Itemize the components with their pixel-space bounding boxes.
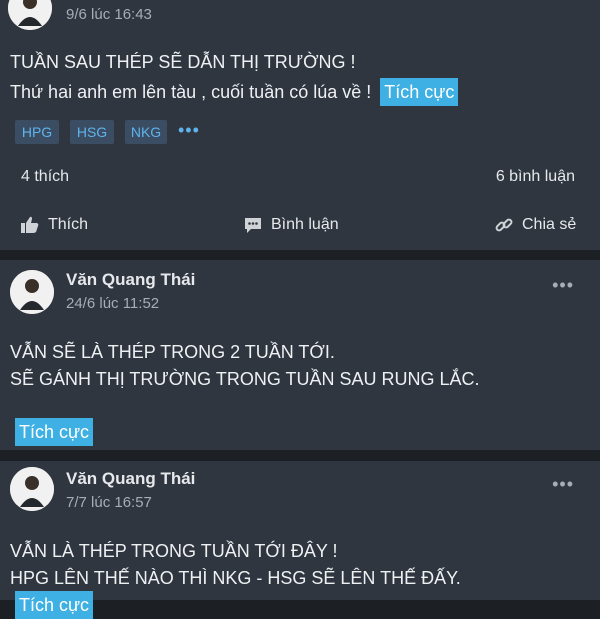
like-label: Thích [48,216,89,233]
post-text-line: TUẦN SAU THÉP SẼ DẪN THỊ TRƯỜNG ! [10,52,356,72]
like-count[interactable]: 4 thích [21,168,69,186]
comment-button[interactable]: Bình luận [243,212,339,238]
post-text-line: SẼ GÁNH THỊ TRƯỜNG TRONG TUẦN SAU RUNG L… [10,369,480,389]
comment-label: Bình luận [271,216,339,233]
post-time: 9/6 lúc 16:43 [66,6,152,23]
post-text: Thứ hai anh em lên tàu , cuối tuần có lú… [10,82,372,102]
author-name[interactable]: Văn Quang Thái [66,270,195,290]
avatar[interactable] [10,467,54,511]
post-text-line: HPG LÊN THẾ NÀO THÌ NKG - HSG SẼ LÊN THẾ… [10,568,461,588]
author-name[interactable]: Văn Quang Thái [66,469,195,489]
post-time: 7/7 lúc 16:57 [66,494,152,511]
thumbs-up-icon [20,215,40,235]
more-tags-icon[interactable]: ••• [178,120,200,141]
post-text-line: Thứ hai anh em lên tàu , cuối tuần có lú… [10,78,459,106]
post-text-line: VẪN LÀ THÉP TRONG TUẦN TỚI ĐÂY ! [10,541,338,561]
more-options-icon[interactable]: ••• [552,275,574,296]
like-button[interactable]: Thích [20,212,88,238]
share-button[interactable]: Chia sẻ [494,212,576,238]
post-card-3: Văn Quang Thái 7/7 lúc 16:57 ••• VẪN LÀ … [0,461,600,619]
post-card-1: 9/6 lúc 16:43 TUẦN SAU THÉP SẼ DẪN THỊ T… [0,0,600,250]
link-icon [494,215,514,235]
comment-count[interactable]: 6 bình luận [496,168,575,186]
avatar[interactable] [10,270,54,314]
sentiment-badge: Tích cực [380,78,459,106]
speech-bubble-icon [243,215,263,235]
more-options-icon[interactable]: ••• [552,474,574,495]
ticker-tag-nkg[interactable]: NKG [125,120,167,144]
ticker-tag-hpg[interactable]: HPG [15,120,59,144]
sentiment-badge: Tích cực [15,591,94,619]
avatar[interactable] [8,0,52,30]
ticker-tag-hsg[interactable]: HSG [70,120,114,144]
post-time: 24/6 lúc 11:52 [66,295,160,312]
post-text-line: VẪN SẼ LÀ THÉP TRONG 2 TUẦN TỚI. [10,342,335,362]
sentiment-badge: Tích cực [15,418,94,446]
post-card-2: Văn Quang Thái 24/6 lúc 11:52 ••• VẪN SẼ… [0,260,600,450]
share-label: Chia sẻ [522,216,577,233]
